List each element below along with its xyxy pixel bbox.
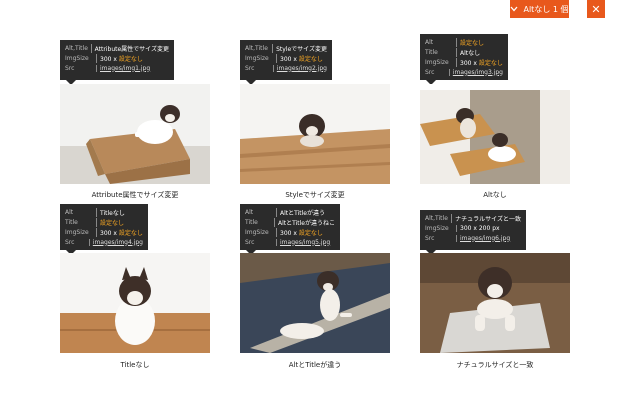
info-tooltip-3: Alt 設定なし Title Altなし ImgSize 300 x 設定なし Src…: [420, 34, 508, 85]
alt-missing-label: Altなし 1 個: [523, 4, 569, 14]
imgsize-value: 300 x 200 px: [456, 224, 500, 232]
alt-key: Alt: [65, 208, 74, 216]
title-value: Altなし: [456, 47, 480, 57]
imgsize-value: 300 x 設定なし: [276, 227, 323, 237]
imgsize-key: ImgSize: [245, 228, 269, 236]
close-icon: ✕: [591, 2, 601, 16]
imgsize-key: ImgSize: [425, 224, 449, 232]
title-key: Title: [65, 218, 78, 226]
title-value: AltとTitleが違うねこ: [274, 217, 335, 227]
alt-title-value: ナチュラルサイズと一致: [451, 213, 521, 223]
src-link[interactable]: images/img4.jpg: [88, 238, 143, 246]
src-link[interactable]: images/img6.jpg: [456, 234, 510, 242]
src-key: Src: [245, 64, 255, 72]
alt-title-value: Attribute属性でサイズ変更: [90, 43, 169, 53]
alt-value: Titleなし: [96, 207, 125, 217]
info-tooltip-2: Alt,Title Styleでサイズ変更 ImgSize 300 x 設定なし S…: [240, 40, 332, 85]
cat-photo-5: [240, 253, 390, 353]
cat-photo-2: [240, 84, 390, 184]
caption-2: Styleでサイズ変更: [285, 191, 345, 199]
close-button[interactable]: ✕: [587, 0, 605, 18]
caption-1: Attribute属性でサイズ変更: [91, 191, 179, 199]
title-key: Title: [245, 218, 258, 226]
src-link[interactable]: images/img5.jpg: [276, 238, 330, 246]
alt-key: Alt: [425, 38, 434, 46]
alt-missing-button[interactable]: Altなし 1 個: [510, 0, 569, 18]
info-tooltip-1: Alt,Title Attribute属性でサイズ変更 ImgSize 300 x …: [60, 40, 174, 85]
imgsize-value: 300 x 設定なし: [276, 53, 323, 63]
imgsize-value: 300 x 設定なし: [96, 227, 143, 237]
info-tooltip-6: Alt,Title ナチュラルサイズと一致 ImgSize 300 x 200 px…: [420, 210, 526, 255]
alt-title-key: Alt,Title: [245, 44, 268, 52]
cat-photo-1: [60, 84, 210, 184]
cat-photo-4: [60, 253, 210, 353]
imgsize-value: 300 x 設定なし: [96, 53, 143, 63]
alt-key: Alt: [245, 208, 254, 216]
imgsize-key: ImgSize: [65, 228, 89, 236]
title-value: 設定なし: [96, 217, 124, 227]
src-link[interactable]: images/img1.jpg: [96, 64, 150, 72]
info-tooltip-4: Alt Titleなし Title 設定なし ImgSize 300 x 設定なし S…: [60, 204, 148, 255]
src-key: Src: [65, 238, 75, 246]
cat-photo-6: [420, 253, 570, 353]
src-link[interactable]: images/img3.jpg: [448, 68, 503, 76]
chevron-down-icon: [510, 5, 518, 14]
cat-photo-3: [420, 84, 570, 184]
caption-3: Altなし: [483, 191, 507, 199]
alt-title-key: Alt,Title: [425, 214, 448, 222]
src-key: Src: [425, 234, 435, 242]
alt-value: AltとTitleが違う: [276, 207, 325, 217]
src-key: Src: [425, 68, 435, 76]
info-tooltip-5: Alt AltとTitleが違う Title AltとTitleが違うねこ ImgS…: [240, 204, 340, 255]
imgsize-key: ImgSize: [245, 54, 269, 62]
src-key: Src: [245, 238, 255, 246]
alt-title-key: Alt,Title: [65, 44, 88, 52]
caption-6: ナチュラルサイズと一致: [456, 361, 534, 369]
alt-title-value: Styleでサイズ変更: [272, 43, 327, 53]
caption-4: Titleなし: [120, 361, 150, 369]
imgsize-key: ImgSize: [65, 54, 89, 62]
src-link[interactable]: images/img2.jpg: [272, 64, 327, 72]
imgsize-value: 300 x 設定なし: [456, 57, 503, 67]
alt-value: 設定なし: [456, 37, 484, 47]
imgsize-key: ImgSize: [425, 58, 449, 66]
title-key: Title: [425, 48, 438, 56]
src-key: Src: [65, 64, 75, 72]
caption-5: AltとTitleが違う: [288, 361, 342, 369]
